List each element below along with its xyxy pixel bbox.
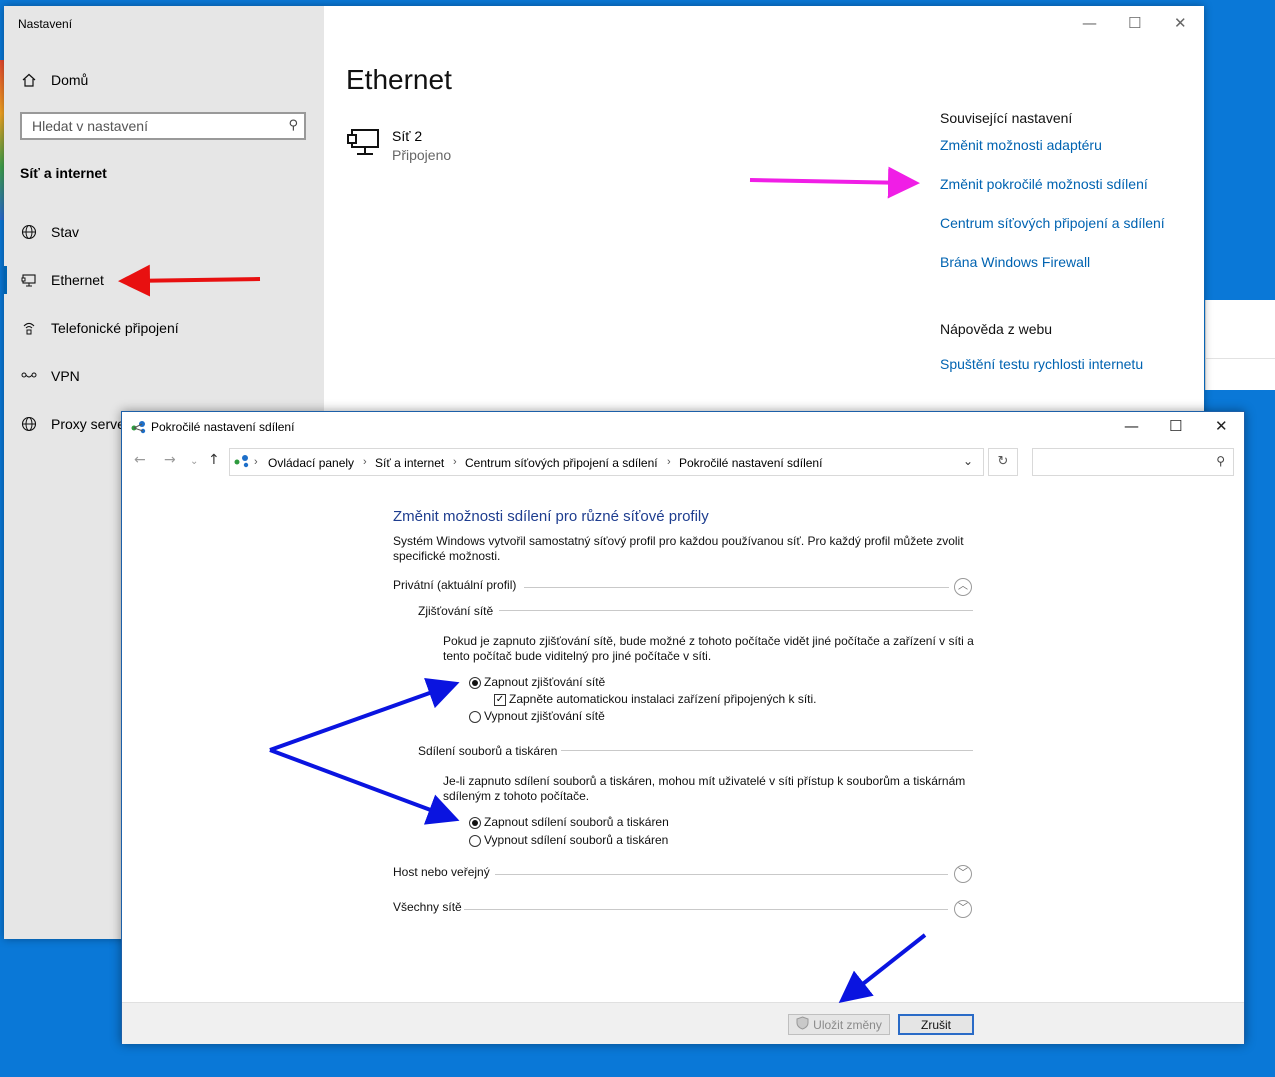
link-adapter-options[interactable]: Změnit možnosti adaptéru [940, 137, 1102, 153]
settings-search-box[interactable]: ⚲ [20, 112, 306, 140]
expand-chevron-icon[interactable]: ﹀ [954, 865, 972, 883]
discovery-off-radio[interactable] [469, 711, 481, 723]
guest-profile-title[interactable]: Host nebo veřejný [393, 865, 490, 880]
sidebar-item-label: Telefonické připojení [51, 320, 179, 336]
shield-icon [796, 1016, 809, 1033]
sidebar-item-home[interactable]: Domů [20, 68, 88, 92]
chevron-down-icon[interactable]: ⌄ [963, 454, 973, 468]
sidebar-item-label: Proxy serve [51, 416, 125, 432]
search-icon: ⚲ [288, 118, 298, 133]
cp-window-title: Pokročilé nastavení sdílení [151, 420, 295, 434]
breadcrumb-control-panel[interactable]: Ovládací panely [268, 456, 354, 470]
discovery-title: Zjišťování sítě [418, 604, 494, 618]
intro-text: Systém Windows vytvořil samostatný síťov… [393, 534, 964, 563]
dialup-icon [20, 319, 38, 337]
auto-setup-checkbox[interactable]: ✓ [494, 694, 506, 706]
sharing-off-label[interactable]: Vypnout sdílení souborů a tiskáren [484, 833, 668, 848]
cp-heading: Změnit možnosti sdílení pro různé síťové… [393, 508, 709, 525]
sharing-description: Je-li zapnuto sdílení souborů a tiskáren… [443, 774, 966, 803]
section-divider [524, 587, 949, 588]
link-network-center[interactable]: Centrum síťových připojení a sdílení [940, 215, 1165, 231]
address-bar[interactable]: › Ovládací panely › Síť a internet › Cen… [229, 448, 984, 476]
link-advanced-sharing[interactable]: Změnit pokročilé možnosti sdílení [940, 176, 1148, 192]
breadcrumb-network-internet[interactable]: Síť a internet [375, 456, 444, 470]
all-networks-title[interactable]: Všechny sítě [393, 900, 462, 915]
sidebar-active-indicator [4, 266, 7, 294]
sharing-on-radio[interactable] [469, 817, 481, 829]
section-divider [464, 909, 948, 910]
network-status: Připojeno [392, 147, 452, 163]
close-button[interactable]: ✕ [1174, 14, 1187, 32]
globe-icon [20, 415, 38, 433]
expand-chevron-icon[interactable]: ﹀ [954, 900, 972, 918]
discovery-off-label[interactable]: Vypnout zjišťování sítě [484, 709, 605, 724]
refresh-button[interactable]: ↻ [988, 448, 1018, 476]
sidebar-section-title: Síť a internet [20, 165, 107, 181]
advanced-sharing-window: Pokročilé nastavení sdílení — ☐ ✕ ← → ⌄ … [121, 411, 1245, 1044]
cancel-button[interactable]: Zrušit [898, 1014, 974, 1035]
sidebar-item-dialup[interactable]: Telefonické připojení [20, 316, 179, 340]
back-arrow-icon[interactable]: ← [134, 452, 146, 468]
network-center-icon [131, 419, 147, 434]
sidebar-item-label: Domů [51, 72, 89, 88]
search-icon: ⚲ [1216, 454, 1225, 468]
vpn-icon [20, 367, 38, 385]
link-speed-test[interactable]: Spuštění testu rychlosti internetu [940, 356, 1143, 372]
help-heading: Nápověda z webu [940, 321, 1053, 337]
maximize-button[interactable]: ☐ [1128, 14, 1141, 32]
related-settings-heading: Související nastavení [940, 110, 1073, 126]
discovery-on-label[interactable]: Zapnout zjišťování sítě [484, 675, 605, 690]
network-center-icon [234, 454, 250, 471]
cp-footer: Uložit změny Zrušit [122, 1002, 1244, 1044]
home-icon [20, 71, 38, 89]
globe-icon [20, 223, 38, 241]
network-name[interactable]: Síť 2 [392, 128, 422, 144]
save-changes-button[interactable]: Uložit změny [788, 1014, 890, 1035]
sidebar-item-vpn[interactable]: VPN [20, 364, 80, 388]
forward-arrow-icon[interactable]: → [164, 452, 176, 468]
section-divider [495, 874, 948, 875]
network-icon [346, 126, 382, 166]
recent-chevron-icon[interactable]: ⌄ [190, 456, 198, 467]
breadcrumb-advanced-sharing[interactable]: Pokročilé nastavení sdílení [679, 456, 822, 470]
cp-search-input[interactable] [1039, 450, 1213, 476]
discovery-description: Pokud je zapnuto zjišťování sítě, bude m… [443, 634, 974, 663]
sidebar-item-label: VPN [51, 368, 80, 384]
sharing-off-radio[interactable] [469, 835, 481, 847]
close-button[interactable]: ✕ [1215, 417, 1228, 435]
discovery-on-radio[interactable] [469, 677, 481, 689]
up-arrow-icon[interactable]: ↑ [208, 452, 220, 468]
minimize-button[interactable]: — [1124, 417, 1139, 435]
private-profile-title[interactable]: Privátní (aktuální profil) [393, 578, 516, 593]
cp-search-box[interactable]: ⚲ [1032, 448, 1234, 476]
sidebar-item-stav[interactable]: Stav [20, 220, 79, 244]
sidebar-item-label: Ethernet [51, 272, 104, 288]
sharing-title: Sdílení souborů a tiskáren [418, 744, 558, 758]
settings-search-input[interactable] [22, 114, 282, 138]
section-divider [499, 610, 973, 611]
breadcrumb-network-center[interactable]: Centrum síťových připojení a sdílení [465, 456, 658, 470]
ethernet-icon [20, 271, 38, 289]
sidebar-item-ethernet[interactable]: Ethernet [20, 268, 104, 292]
section-divider [561, 750, 973, 751]
sidebar-item-label: Stav [51, 224, 80, 240]
sidebar-item-proxy[interactable]: Proxy serve [20, 412, 125, 436]
settings-window-title: Nastavení [18, 17, 73, 31]
sharing-on-label[interactable]: Zapnout sdílení souborů a tiskáren [484, 815, 669, 830]
collapse-chevron-icon[interactable]: ︿ [954, 578, 972, 596]
maximize-button[interactable]: ☐ [1169, 417, 1182, 435]
minimize-button[interactable]: — [1082, 14, 1097, 32]
page-title: Ethernet [346, 64, 452, 95]
auto-setup-label[interactable]: Zapněte automatickou instalaci zařízení … [509, 692, 817, 707]
link-firewall[interactable]: Brána Windows Firewall [940, 254, 1090, 270]
background-window-edge [1205, 300, 1275, 390]
